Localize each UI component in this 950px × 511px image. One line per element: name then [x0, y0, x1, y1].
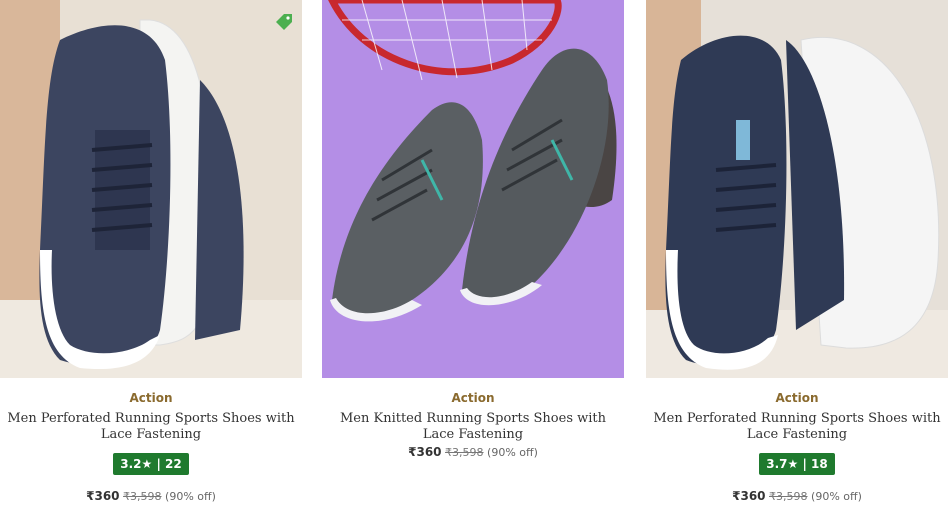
product-title[interactable]: Men Perforated Running Sports Shoes with…	[0, 411, 302, 443]
product-image[interactable]	[0, 0, 302, 378]
product-image[interactable]	[646, 0, 948, 378]
rating-badge: 3.2★ | 22	[113, 453, 189, 475]
product-grid: Action Men Perforated Running Sports Sho…	[0, 0, 950, 511]
product-brand: Action	[775, 391, 819, 405]
price-row: ₹360 ₹3,598 (90% off)	[646, 489, 948, 503]
discount-label: (90% off)	[165, 490, 216, 503]
price-row: ₹360 ₹3,598 (90% off)	[322, 445, 624, 459]
original-price: ₹3,598	[445, 446, 484, 459]
rating-container: 3.2★ | 22	[0, 453, 302, 475]
original-price: ₹3,598	[123, 490, 162, 503]
original-price: ₹3,598	[769, 490, 808, 503]
rating-container: 3.7★ | 18	[646, 453, 948, 475]
product-title[interactable]: Men Perforated Running Sports Shoes with…	[646, 411, 948, 443]
rating-badge: 3.7★ | 18	[759, 453, 835, 475]
product-brand: Action	[451, 391, 495, 405]
product-card[interactable]: Action Men Perforated Running Sports Sho…	[0, 0, 302, 503]
current-price: ₹360	[408, 445, 442, 459]
product-title[interactable]: Men Knitted Running Sports Shoes with La…	[322, 411, 624, 443]
product-image[interactable]	[322, 0, 624, 378]
product-brand: Action	[129, 391, 173, 405]
current-price: ₹360	[732, 489, 766, 503]
product-card[interactable]: Action Men Perforated Running Sports Sho…	[646, 0, 948, 503]
price-row: ₹360 ₹3,598 (90% off)	[0, 489, 302, 503]
current-price: ₹360	[86, 489, 120, 503]
discount-label: (90% off)	[811, 490, 862, 503]
discount-label: (90% off)	[487, 446, 538, 459]
price-tag-icon	[272, 12, 294, 34]
product-card[interactable]: Action Men Knitted Running Sports Shoes …	[322, 0, 624, 459]
